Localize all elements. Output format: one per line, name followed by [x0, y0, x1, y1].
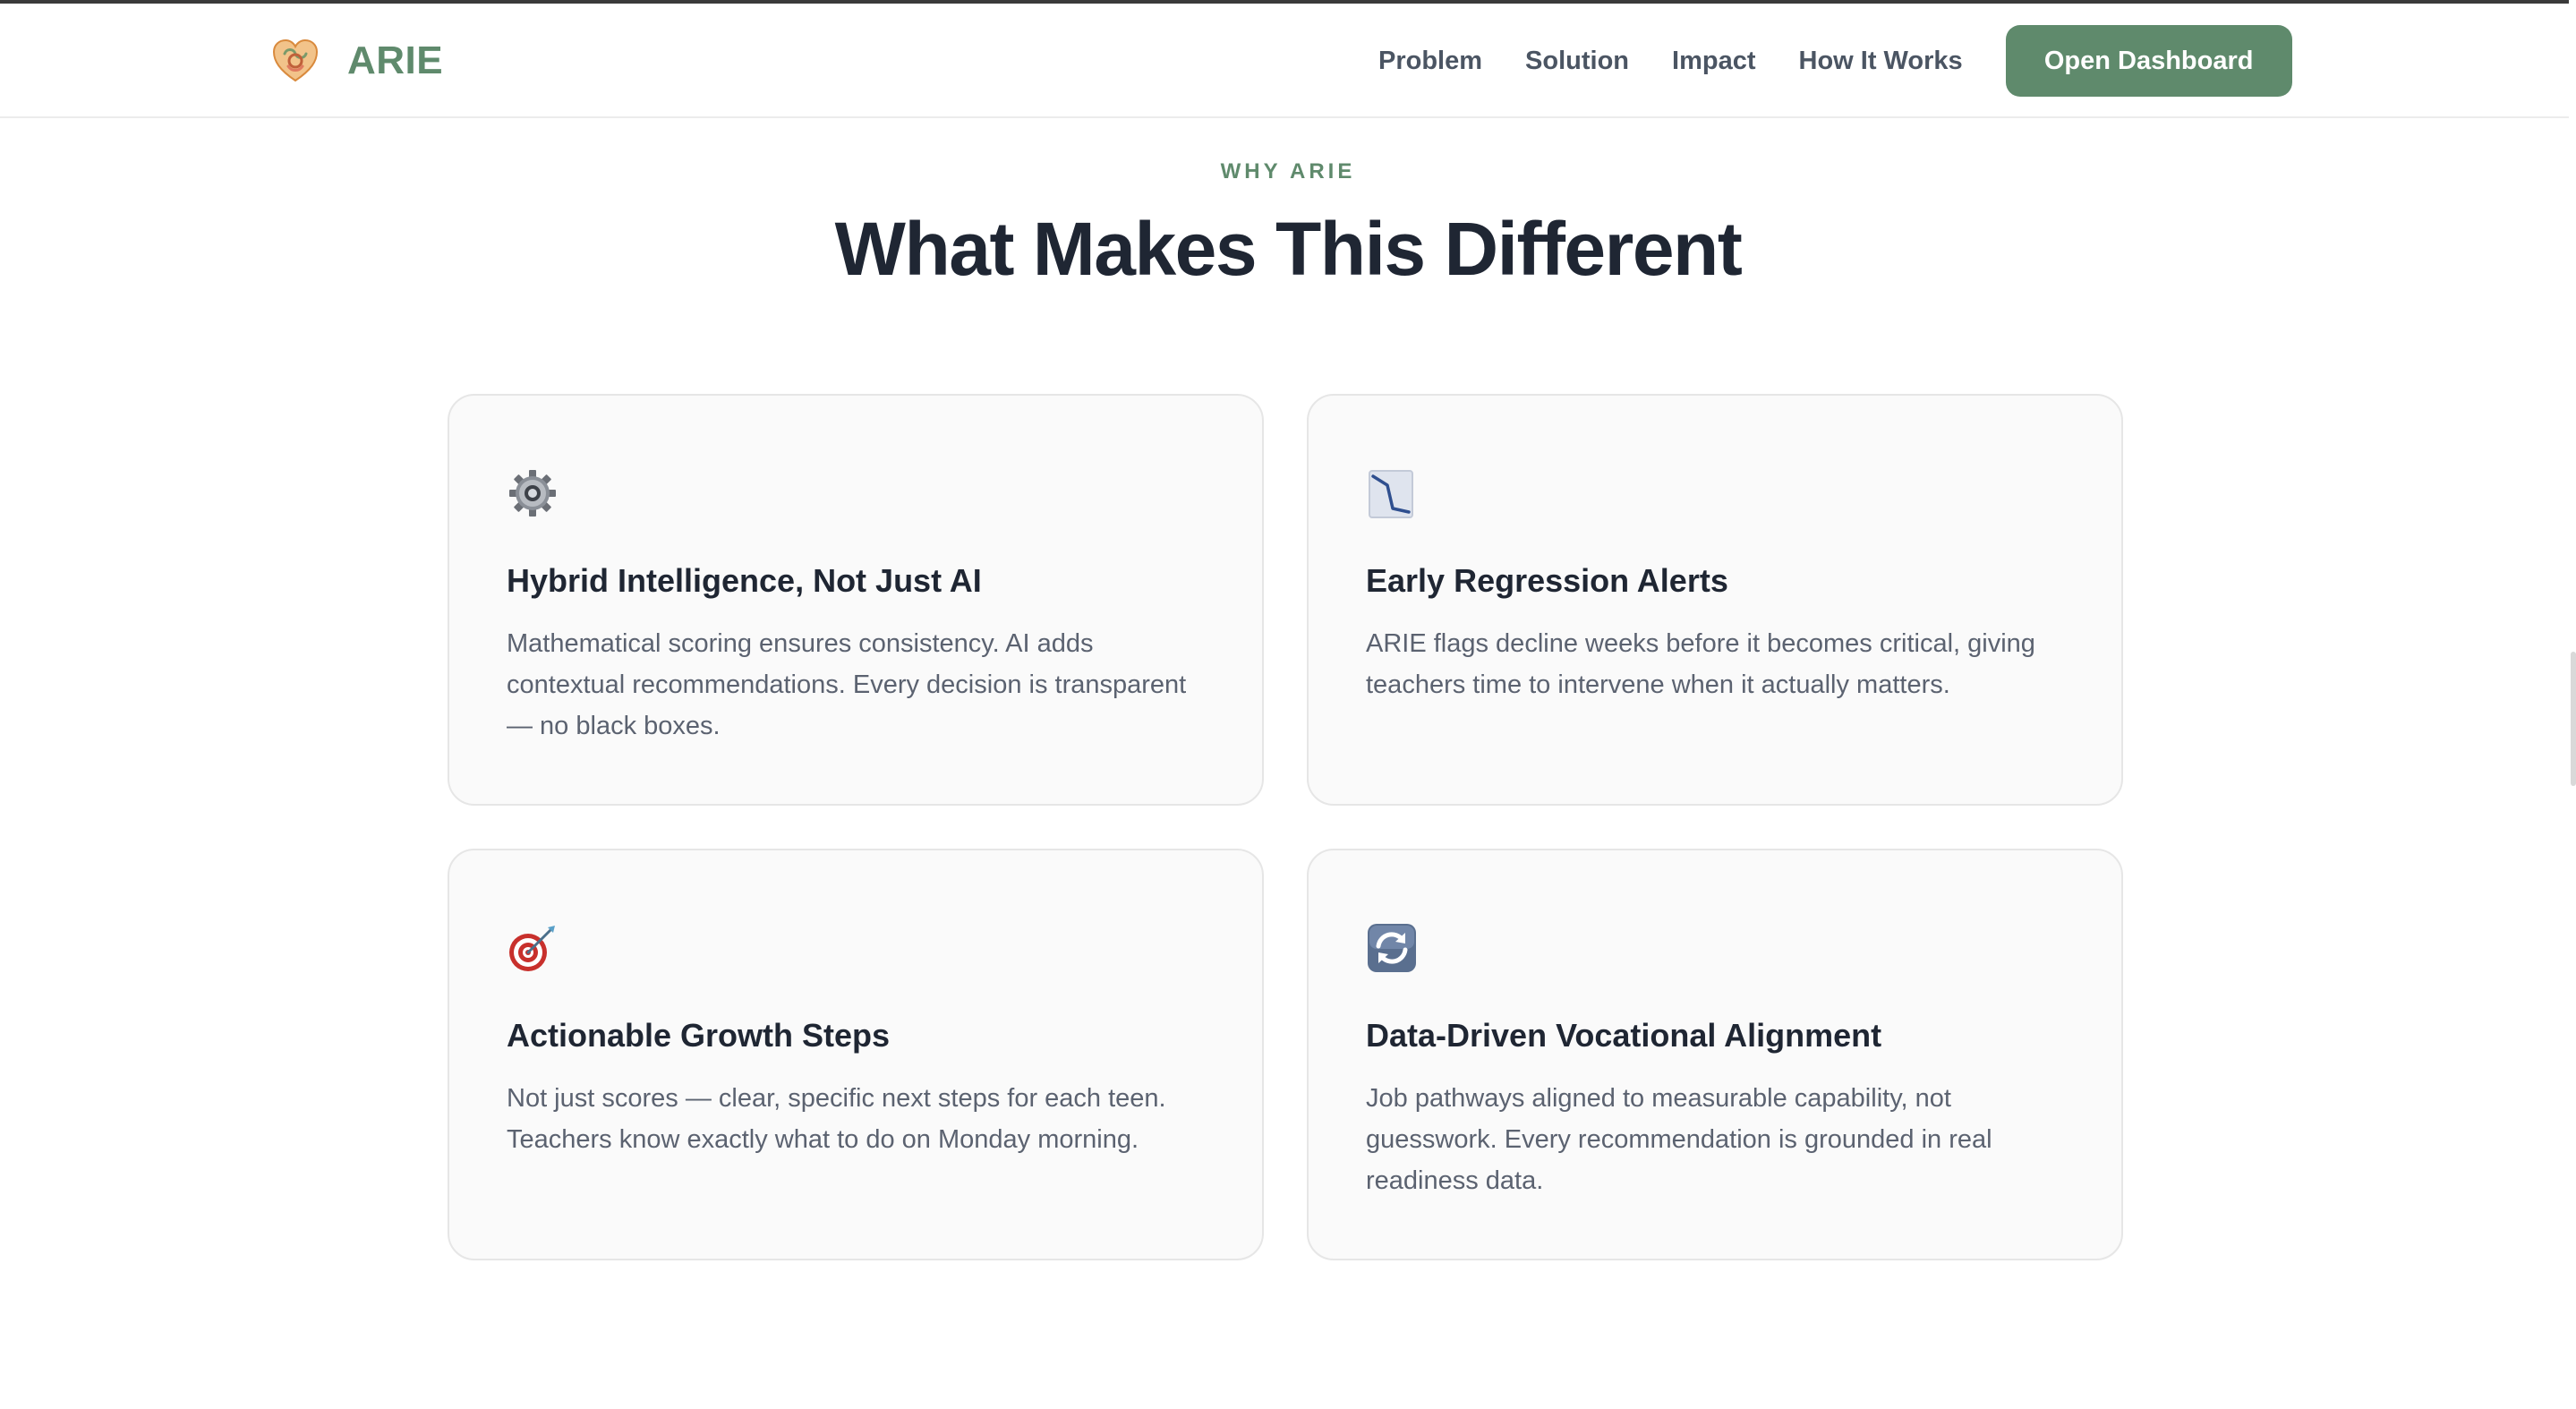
section-eyebrow: WHY ARIE: [1220, 159, 1356, 184]
feature-card-early-regression: Early Regression Alerts ARIE flags decli…: [1307, 394, 2123, 806]
nav-link-impact[interactable]: Impact: [1672, 47, 1755, 76]
site-header: ARIE Problem Solution Impact How It Work…: [0, 4, 2576, 118]
feature-card-vocational-alignment: Data-Driven Vocational Alignment Job pat…: [1307, 849, 2123, 1260]
feature-card-growth-steps: Actionable Growth Steps Not just scores …: [448, 849, 1264, 1260]
landing-page: ARIE Problem Solution Impact How It Work…: [0, 0, 2576, 1409]
nav-link-how-it-works[interactable]: How It Works: [1799, 47, 1963, 76]
target-icon: [509, 926, 555, 971]
heart-logo-icon: [272, 38, 319, 82]
feature-card-hybrid-intelligence: Hybrid Intelligence, Not Just AI Mathema…: [448, 394, 1264, 806]
brand[interactable]: ARIE: [270, 36, 443, 86]
feature-description: Mathematical scoring ensures consistency…: [507, 629, 1187, 740]
chart-decreasing-icon: [1369, 470, 1413, 518]
refresh-icon: [1368, 924, 1416, 972]
nav-link-solution[interactable]: Solution: [1525, 47, 1629, 76]
brand-name: ARIE: [347, 38, 444, 82]
main-nav: Problem Solution Impact How It Works Ope…: [1378, 25, 2292, 97]
feature-description: Job pathways aligned to measurable capab…: [1366, 1084, 1992, 1195]
open-dashboard-button[interactable]: Open Dashboard: [2005, 25, 2292, 97]
feature-title: Data-Driven Vocational Alignment: [1366, 1017, 1882, 1054]
nav-link-problem[interactable]: Problem: [1378, 47, 1482, 76]
feature-title: Early Regression Alerts: [1366, 562, 1728, 599]
section-title: What Makes This Different: [834, 207, 1743, 291]
feature-title: Actionable Growth Steps: [507, 1017, 891, 1054]
scrollbar[interactable]: [2569, 0, 2576, 1409]
feature-description: Not just scores — clear, specific next s…: [507, 1084, 1166, 1154]
feature-description: ARIE flags decline weeks before it becom…: [1366, 629, 2035, 699]
gear-icon: [509, 470, 556, 517]
scrollbar-thumb[interactable]: [2571, 652, 2576, 786]
feature-title: Hybrid Intelligence, Not Just AI: [507, 562, 982, 599]
